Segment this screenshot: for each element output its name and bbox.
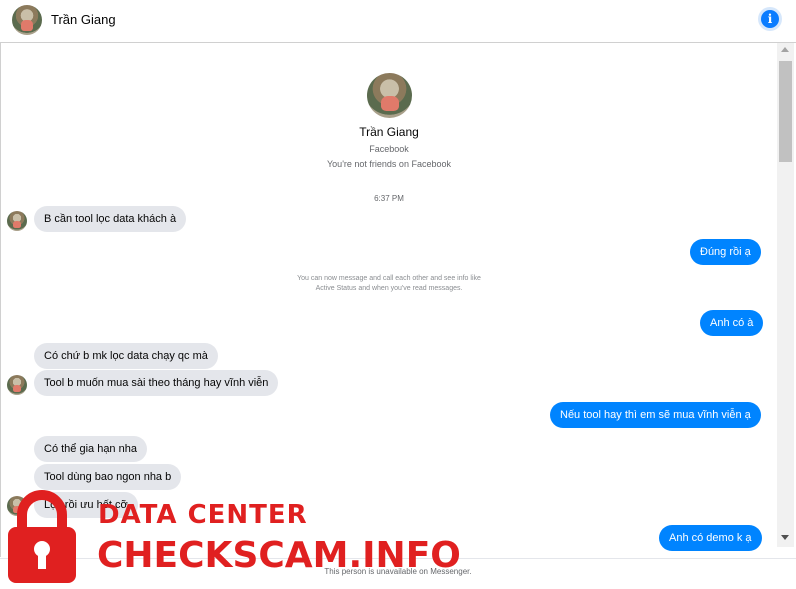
contact-name[interactable]: Trần Giang bbox=[51, 12, 116, 27]
message-bubble-outgoing[interactable]: Nếu tool hay thì em sẽ mua vĩnh viễn ạ bbox=[550, 402, 761, 428]
watermark-line-1: DATA CENTER bbox=[98, 500, 308, 530]
message-bubble-outgoing[interactable]: Đúng rồi ạ bbox=[690, 239, 761, 265]
profile-relationship: You're not friends on Facebook bbox=[327, 159, 451, 169]
scroll-up-arrow-icon[interactable] bbox=[781, 47, 789, 52]
profile-name: Trần Giang bbox=[359, 125, 419, 139]
sender-avatar bbox=[7, 211, 27, 231]
watermark-line-2: CHECKSCAM.INFO bbox=[97, 535, 461, 576]
scroll-down-arrow-icon[interactable] bbox=[781, 535, 789, 540]
message-timestamp: 6:37 PM bbox=[374, 194, 404, 203]
scrollbar-thumb[interactable] bbox=[779, 61, 792, 162]
system-note: You can now message and call each other … bbox=[297, 275, 481, 292]
contact-avatar[interactable] bbox=[12, 5, 42, 35]
message-bubble-incoming[interactable]: Tool b muốn mua sài theo tháng hay vĩnh … bbox=[34, 370, 279, 396]
message-bubble-incoming[interactable]: Có chứ b mk lọc data chạy qc mà bbox=[34, 343, 218, 369]
lock-icon bbox=[8, 490, 76, 583]
sender-avatar bbox=[7, 375, 27, 395]
profile-source: Facebook bbox=[369, 144, 409, 154]
thread-scrollbar[interactable] bbox=[777, 43, 794, 547]
profile-avatar[interactable] bbox=[367, 73, 412, 118]
message-bubble-incoming[interactable]: Có thể gia hạn nha bbox=[34, 436, 147, 462]
message-bubble-incoming[interactable]: B cần tool lọc data khách à bbox=[34, 206, 187, 232]
message-bubble-outgoing[interactable]: Anh có à bbox=[700, 310, 764, 336]
chat-header: Trần Giang i bbox=[0, 0, 796, 43]
message-bubble-outgoing[interactable]: Anh có demo k ạ bbox=[659, 525, 762, 551]
info-icon[interactable]: i bbox=[761, 10, 779, 28]
message-thread: Trần Giang Facebook You're not friends o… bbox=[0, 43, 777, 557]
